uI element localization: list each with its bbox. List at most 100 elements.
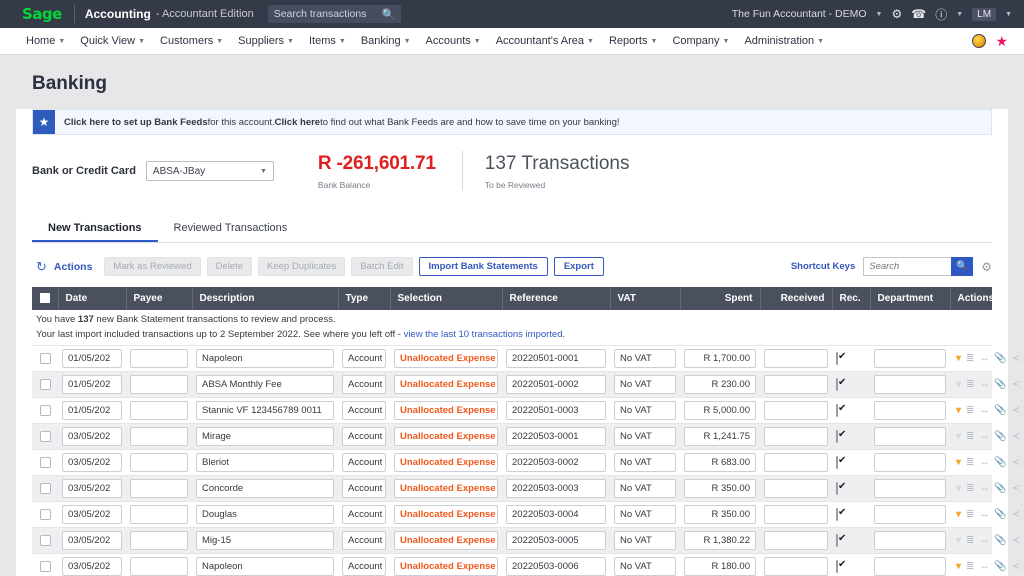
vat-value[interactable]: No VAT	[614, 453, 676, 473]
type-value[interactable]: Account	[342, 479, 386, 499]
nav-item-home[interactable]: Home ▼	[26, 35, 65, 47]
row-select-cell[interactable]	[32, 475, 58, 503]
table-row[interactable]: 01/05/202 Napoleon Account Unallocated Exp…	[32, 345, 1020, 373]
type-value[interactable]: Account	[342, 505, 386, 525]
star-icon[interactable]: ★	[995, 34, 1008, 48]
table-row[interactable]: 03/05/202 Mirage Account Unallocated Expen…	[32, 423, 1020, 451]
payee-value[interactable]	[130, 531, 188, 551]
cell-selection[interactable]: Unallocated Expense	[390, 397, 502, 425]
rec-checkbox[interactable]	[836, 404, 838, 418]
payee-value[interactable]	[130, 375, 188, 395]
chevron-down-icon[interactable]: ▾	[956, 353, 961, 364]
cell-reference[interactable]: 20220501-0002	[502, 371, 610, 399]
description-value[interactable]: Mig-15	[196, 531, 334, 551]
cell-vat[interactable]: No VAT	[610, 397, 680, 425]
cell-reference[interactable]: 20220501-0001	[502, 345, 610, 373]
date-value[interactable]: 03/05/202	[62, 479, 122, 499]
search-icon[interactable]: 🔍	[382, 8, 396, 21]
list-icon[interactable]: ≣	[966, 353, 974, 364]
selection-value[interactable]: Unallocated Expense	[394, 453, 498, 473]
chevron-down-icon[interactable]: ▾	[956, 457, 961, 468]
split-icon[interactable]: ≺	[1012, 509, 1020, 520]
company-name[interactable]: The Fun Accountant - DEMO	[732, 8, 867, 20]
cell-rec[interactable]	[832, 345, 870, 373]
paperclip-icon[interactable]: 📎	[994, 509, 1006, 520]
reference-value[interactable]: 20220501-0001	[506, 349, 606, 369]
cell-reference[interactable]: 20220503-0005	[502, 527, 610, 555]
cell-spent[interactable]: R 683.00	[680, 449, 760, 477]
nav-item-customers[interactable]: Customers ▼	[160, 35, 223, 47]
split-icon[interactable]: ≺	[1012, 405, 1020, 416]
cell-vat[interactable]: No VAT	[610, 527, 680, 555]
cell-type[interactable]: Account	[338, 423, 390, 451]
cell-rec[interactable]	[832, 527, 870, 555]
cell-type[interactable]: Account	[338, 475, 390, 503]
column-header-received[interactable]: Received	[760, 287, 833, 310]
type-value[interactable]: Account	[342, 531, 386, 551]
date-value[interactable]: 03/05/202	[62, 557, 122, 576]
cell-payee[interactable]	[126, 397, 192, 425]
paperclip-icon[interactable]: 📎	[994, 483, 1006, 494]
cell-payee[interactable]	[126, 449, 192, 477]
cell-spent[interactable]: R 350.00	[680, 501, 760, 529]
rec-checkbox[interactable]	[836, 560, 838, 574]
department-value[interactable]	[874, 427, 946, 447]
paperclip-icon[interactable]: 📎	[994, 431, 1006, 442]
tab-new-transactions[interactable]: New Transactions	[32, 215, 158, 242]
cell-rec[interactable]	[832, 397, 870, 425]
cell-type[interactable]: Account	[338, 501, 390, 529]
type-value[interactable]: Account	[342, 557, 386, 576]
chevron-down-icon[interactable]: ▾	[956, 535, 961, 546]
shortcut-keys-link[interactable]: Shortcut Keys	[791, 261, 855, 272]
table-row[interactable]: 03/05/202 Bleriot Account Unallocated Expe…	[32, 449, 1020, 477]
department-value[interactable]	[874, 531, 946, 551]
rec-checkbox[interactable]	[836, 508, 838, 522]
cell-department[interactable]	[870, 501, 950, 529]
rec-checkbox[interactable]	[836, 482, 838, 496]
cell-payee[interactable]	[126, 501, 192, 529]
table-row[interactable]: 03/05/202 Mig-15 Account Unallocated Expen…	[32, 527, 1020, 555]
cell-selection[interactable]: Unallocated Expense	[390, 475, 502, 503]
type-value[interactable]: Account	[342, 401, 386, 421]
cell-date[interactable]: 01/05/202	[58, 345, 126, 373]
row-checkbox[interactable]	[39, 379, 51, 391]
row-checkbox[interactable]	[39, 509, 51, 521]
cell-rec[interactable]	[832, 371, 870, 399]
department-value[interactable]	[874, 557, 946, 576]
nav-item-quick-view[interactable]: Quick View ▼	[80, 35, 145, 47]
learn-bank-feeds-link[interactable]: Click here	[275, 117, 320, 128]
list-icon[interactable]: ≣	[966, 405, 974, 416]
chevron-down-icon[interactable]: ▼	[1005, 11, 1012, 18]
cell-reference[interactable]: 20220503-0004	[502, 501, 610, 529]
spent-value[interactable]: R 5,000.00	[684, 401, 756, 421]
department-value[interactable]	[874, 505, 946, 525]
selection-value[interactable]: Unallocated Expense	[394, 401, 498, 421]
cell-reference[interactable]: 20220503-0001	[502, 423, 610, 451]
arrows-horizontal-icon[interactable]: ↔	[979, 561, 989, 572]
sage-logo[interactable]: Sage	[8, 6, 72, 22]
cell-description[interactable]: Napoleon	[192, 345, 338, 373]
type-value[interactable]: Account	[342, 453, 386, 473]
department-value[interactable]	[874, 401, 946, 421]
row-select-cell[interactable]	[32, 527, 58, 555]
spent-value[interactable]: R 180.00	[684, 557, 756, 576]
received-value[interactable]	[764, 427, 828, 447]
received-value[interactable]	[764, 349, 828, 369]
cell-type[interactable]: Account	[338, 345, 390, 373]
cell-type[interactable]: Account	[338, 449, 390, 477]
table-row[interactable]: 01/05/202 ABSA Monthly Fee Account Unalloc…	[32, 371, 1020, 399]
cell-rec[interactable]	[832, 423, 870, 451]
cell-selection[interactable]: Unallocated Expense	[390, 423, 502, 451]
row-checkbox[interactable]	[39, 457, 51, 469]
received-value[interactable]	[764, 453, 828, 473]
cell-date[interactable]: 03/05/202	[58, 527, 126, 555]
cell-date[interactable]: 01/05/202	[58, 371, 126, 399]
table-row[interactable]: 03/05/202 Napoleon Account Unallocated Exp…	[32, 553, 1020, 576]
grid-search-input[interactable]	[863, 257, 952, 276]
spent-value[interactable]: R 350.00	[684, 505, 756, 525]
spent-value[interactable]: R 1,700.00	[684, 349, 756, 369]
cell-date[interactable]: 03/05/202	[58, 475, 126, 503]
cell-date[interactable]: 03/05/202	[58, 553, 126, 576]
keep-duplicates-button[interactable]: Keep Duplicates	[258, 257, 346, 276]
type-value[interactable]: Account	[342, 427, 386, 447]
